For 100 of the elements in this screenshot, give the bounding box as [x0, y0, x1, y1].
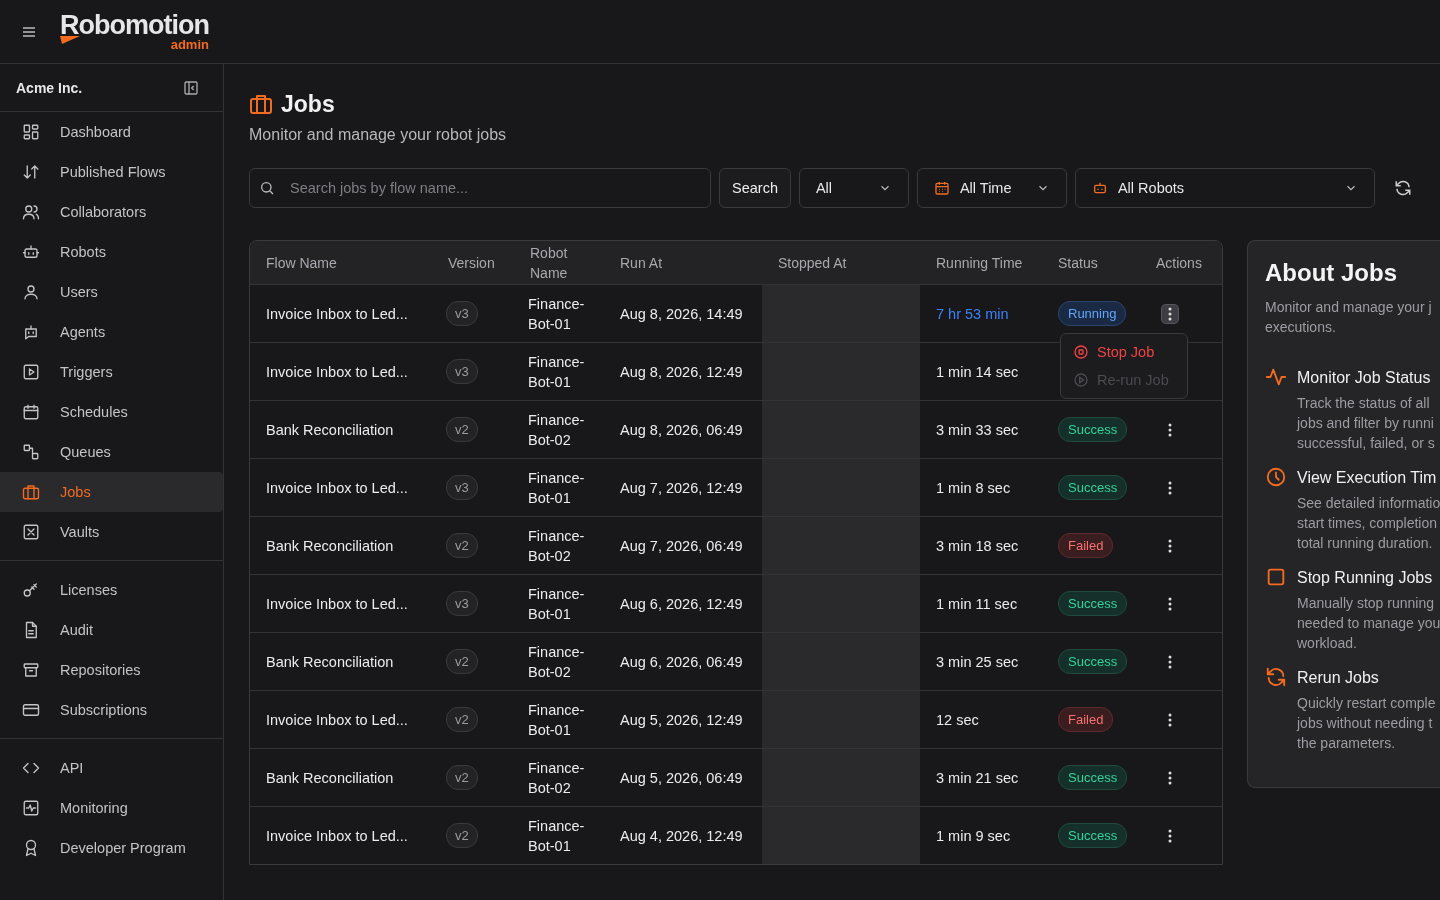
table-cell: 12 sec [936, 711, 979, 728]
sidebar-item[interactable]: Queues [0, 432, 223, 472]
menu-icon[interactable] [22, 25, 36, 38]
stop-icon [1073, 344, 1089, 360]
version-badge: v2 [446, 417, 478, 442]
sidebar-item[interactable]: Repositories [0, 650, 223, 690]
organization-name: Acme Inc. [16, 79, 83, 96]
table-cell: 1 min 9 sec [936, 827, 1011, 844]
status-badge: Running [1058, 301, 1127, 326]
status-badge: Success [1058, 591, 1128, 616]
more-icon [1168, 538, 1172, 553]
table-cell: Aug 4, 2026, 12:49 [620, 827, 743, 844]
sidebar-item[interactable]: Triggers [0, 352, 223, 392]
table-cell: Aug 7, 2026, 12:49 [620, 479, 743, 496]
table-cell-text: Finance-Bot-01 [528, 468, 586, 508]
sidebar-item[interactable]: Developer Program [0, 828, 223, 868]
feature-title: Monitor Job Status [1297, 369, 1432, 387]
column-header: Actions [1156, 254, 1202, 271]
table-cell: Invoice Inbox to Led... [266, 479, 408, 496]
table-cell: Invoice Inbox to Led... [266, 595, 408, 612]
sidebar-item[interactable]: Schedules [0, 392, 223, 432]
more-icon [1168, 654, 1172, 669]
time-range-dropdown[interactable]: All Time [916, 168, 1067, 208]
sidebar-toggle-icon[interactable] [183, 79, 199, 96]
column-header: Run At [620, 254, 663, 271]
more-icon [1168, 770, 1172, 785]
user-icon [22, 283, 40, 301]
table-cell: Aug 6, 2026, 06:49 [620, 653, 743, 670]
search-icon [259, 180, 275, 196]
logo: Robomotion admin [60, 12, 209, 51]
refresh-icon [1393, 179, 1412, 197]
table-cell: Aug 5, 2026, 12:49 [620, 711, 743, 728]
more-icon [1168, 422, 1172, 437]
sidebar-item[interactable]: Vaults [0, 512, 223, 552]
sidebar-item[interactable]: Published Flows [0, 152, 223, 192]
table-cell-text: Finance-Bot-02 [528, 642, 586, 682]
table-cell: Aug 8, 2026, 12:49 [620, 363, 743, 380]
version-badge: v3 [446, 301, 478, 326]
calendar-icon [22, 403, 40, 421]
sidebar-item[interactable]: API [0, 748, 223, 788]
column-header: Version [448, 254, 495, 271]
status-badge: Failed [1058, 533, 1114, 558]
table-cell: Bank Reconciliation [266, 769, 394, 786]
key-icon [22, 581, 40, 599]
page-title: Jobs [281, 90, 335, 118]
table-cell: Aug 8, 2026, 06:49 [620, 421, 743, 438]
vault-icon [22, 523, 40, 541]
search-button[interactable]: Search [719, 168, 791, 208]
table-cell: Invoice Inbox to Led... [266, 363, 408, 380]
table-cell: Aug 6, 2026, 12:49 [620, 595, 743, 612]
more-icon [1168, 712, 1172, 727]
table-cell-text: Finance-Bot-02 [528, 410, 586, 450]
shapes-icon [22, 443, 40, 461]
table-cell-text: Finance-Bot-01 [528, 700, 586, 740]
sidebar-item[interactable]: Collaborators [0, 192, 223, 232]
card-icon [22, 701, 40, 719]
table-cell: Aug 8, 2026, 14:49 [620, 305, 743, 322]
monitor-icon [22, 799, 40, 817]
robot-icon [1091, 180, 1108, 196]
robot-dropdown[interactable]: All Robots [1074, 168, 1375, 208]
table-cell: 1 min 8 sec [936, 479, 1011, 496]
refresh-icon [1265, 666, 1287, 688]
version-badge: v2 [446, 533, 478, 558]
table-cell: 3 min 18 sec [936, 537, 1019, 554]
sidebar-item[interactable]: Audit [0, 610, 223, 650]
sidebar-item[interactable]: Users [0, 272, 223, 312]
table-cell: 1 min 11 sec [936, 595, 1018, 612]
table-cell-text: Finance-Bot-02 [528, 758, 586, 798]
more-icon [1168, 480, 1172, 495]
arrows-icon [22, 163, 40, 181]
feature-description: Manually stop running needed to manage you workload. [1297, 594, 1440, 653]
table-cell: Bank Reconciliation [266, 537, 394, 554]
table-cell: 7 hr 53 min [936, 305, 1009, 322]
status-badge: Success [1058, 649, 1128, 674]
archive-icon [22, 661, 40, 679]
pulse-icon [1265, 366, 1287, 388]
sidebar-item[interactable]: Subscriptions [0, 690, 223, 730]
search-field[interactable]: Search jobs by flow name... [249, 168, 711, 208]
play-icon [1073, 372, 1089, 388]
table-cell: Invoice Inbox to Led... [266, 305, 408, 322]
table-cell-text: Finance-Bot-02 [528, 526, 586, 566]
table-cell: 3 min 25 sec [936, 653, 1019, 670]
feature-title: Rerun Jobs [1297, 669, 1380, 687]
status-badge: Success [1058, 475, 1128, 500]
dashboard-icon [22, 123, 40, 141]
sidebar-item[interactable]: Robots [0, 232, 223, 272]
menu-item[interactable]: Stop Job [1065, 338, 1183, 366]
sidebar-item[interactable]: Jobs [0, 472, 223, 512]
version-badge: v3 [446, 475, 478, 500]
calendar-icon [933, 180, 950, 196]
sidebar-item[interactable]: Dashboard [0, 112, 223, 152]
sidebar-item[interactable]: Agents [0, 312, 223, 352]
sidebar-item[interactable]: Licenses [0, 570, 223, 610]
sidebar-item[interactable]: Monitoring [0, 788, 223, 828]
table-cell-text: Finance-Bot-01 [528, 816, 586, 856]
robot-icon [22, 243, 40, 261]
feature-description: Track the status of all jobs and filter by runni successful, failed, or s [1297, 394, 1435, 453]
column-header: Running Time [936, 254, 1023, 271]
status-dropdown[interactable]: All [798, 168, 909, 208]
version-badge: v2 [446, 823, 478, 848]
